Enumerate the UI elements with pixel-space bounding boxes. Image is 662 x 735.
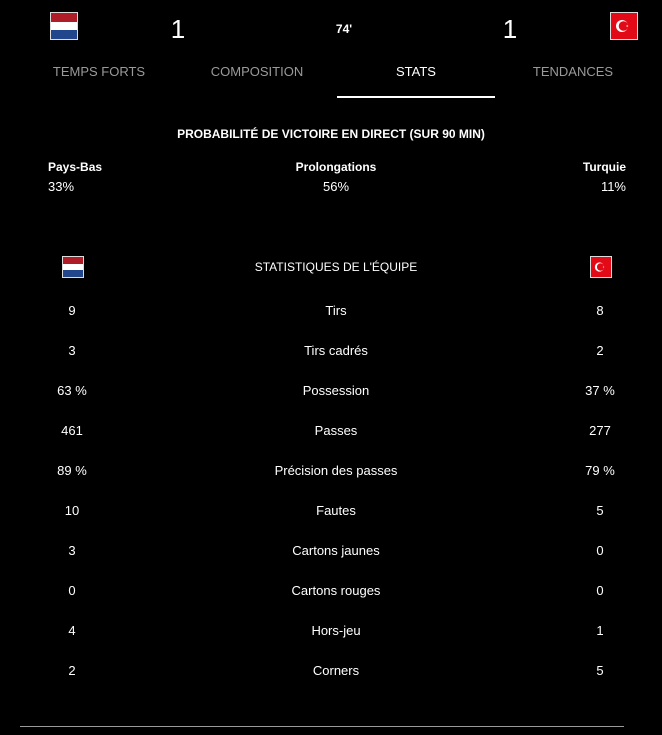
tab-temps-forts[interactable]: TEMPS FORTS [20,64,178,96]
netherlands-flag-icon [51,13,77,39]
home-stat-value: 9 [68,303,76,318]
tab-stats[interactable]: STATS [337,64,495,98]
stat-label: Tirs cadrés [304,343,368,358]
stat-row-tirs: 9 Tirs 8 [0,303,662,323]
stat-label: Corners [312,663,360,678]
home-stat-value: 10 [64,503,80,518]
stat-label: Cartons jaunes [292,543,380,558]
away-stat-value: 0 [596,583,604,598]
away-stat-value: 8 [596,303,604,318]
away-stat-value: 37 % [585,383,615,398]
stat-row-possession: 63 % Possession 37 % [0,383,662,403]
away-stat-value: 0 [596,543,604,558]
home-stat-value: 4 [68,623,76,638]
draw-prob-value: 56% [322,179,350,194]
home-stat-value: 0 [68,583,76,598]
stat-label: Fautes [316,503,356,518]
stat-row-cartons-rouges: 0 Cartons rouges 0 [0,583,662,603]
away-stat-value: 277 [589,423,611,438]
stat-row-corners: 2 Corners 5 [0,663,662,683]
home-stat-value: 89 % [57,463,87,478]
turkey-flag-icon [611,13,637,39]
home-prob-label: Pays-Bas [48,160,103,174]
home-stat-value: 63 % [57,383,87,398]
home-stat-value: 2 [68,663,76,678]
home-stat-value: 3 [68,343,76,358]
home-stat-value: 3 [68,543,76,558]
stat-label: Cartons rouges [291,583,381,598]
away-prob-label: Turquie [582,160,626,174]
draw-prob-label: Prolongations [295,160,377,174]
home-score: 1 [170,14,186,44]
away-score: 1 [502,14,518,44]
stat-label: Précision des passes [274,463,398,478]
away-stat-value: 2 [596,343,604,358]
stat-row-tirs-cadres: 3 Tirs cadrés 2 [0,343,662,363]
stat-row-passes: 461 Passes 277 [0,423,662,443]
stat-label: Tirs [325,303,347,318]
tab-composition[interactable]: COMPOSITION [178,64,336,96]
away-stat-value: 79 % [585,463,615,478]
stat-row-cartons-jaunes: 3 Cartons jaunes 0 [0,543,662,563]
stat-label: Passes [314,423,358,438]
team-stats-title: STATISTIQUES DE L'ÉQUIPE [254,260,418,274]
netherlands-flag-icon [63,257,83,277]
stat-label: Possession [302,383,370,398]
bottom-divider [20,726,624,727]
stat-label: Hors-jeu [311,623,361,638]
away-prob-value: 11% [600,179,626,194]
win-probability-title: PROBABILITÉ DE VICTOIRE EN DIRECT (SUR 9… [177,127,485,141]
away-stat-value: 5 [596,663,604,678]
stat-row-fautes: 10 Fautes 5 [0,503,662,523]
stat-row-precision-passes: 89 % Précision des passes 79 % [0,463,662,483]
away-stat-value: 5 [596,503,604,518]
tab-tendances[interactable]: TENDANCES [494,64,652,96]
away-stat-value: 1 [596,623,604,638]
turkey-flag-icon [591,257,611,277]
home-prob-value: 33% [48,179,75,194]
stat-row-hors-jeu: 4 Hors-jeu 1 [0,623,662,643]
home-stat-value: 461 [61,423,83,438]
match-minute: 74' [335,22,353,36]
